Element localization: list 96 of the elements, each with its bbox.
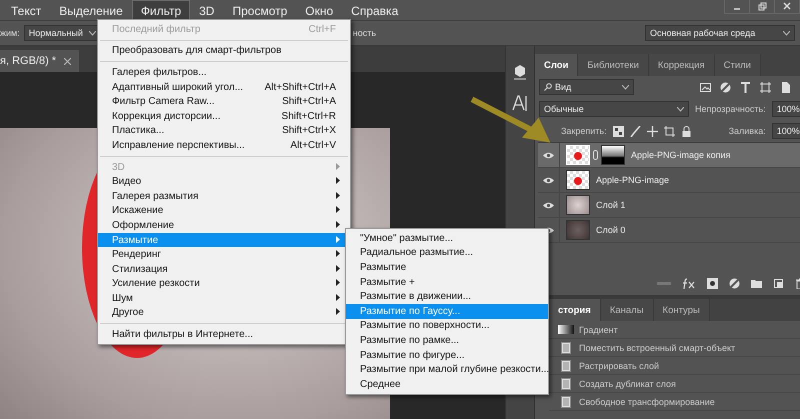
folder-icon[interactable]: [750, 278, 762, 289]
history-label: Градиент: [579, 324, 619, 334]
mode-label: жим:: [0, 28, 20, 38]
panel-tab[interactable]: Коррекция: [648, 54, 715, 76]
layer-name: Apple-PNG-image: [596, 175, 670, 185]
mask-icon[interactable]: [706, 278, 718, 289]
menu-item[interactable]: Фильтр Camera Raw... Shift+Ctrl+A: [98, 94, 350, 109]
document-icon: [561, 342, 571, 354]
document-tab[interactable]: я, RGB/8) *: [0, 50, 80, 72]
layer-name: Слой 1: [596, 200, 626, 210]
mode-dropdown[interactable]: Нормальный: [24, 25, 99, 41]
type-icon[interactable]: [740, 82, 751, 92]
menu-item[interactable]: Размытие по фигуре...: [346, 348, 548, 362]
menu-item[interactable]: Радиальное размытие...: [346, 246, 548, 260]
opacity-label: Непрозрачность:: [695, 104, 766, 114]
panel-tab[interactable]: стория: [549, 299, 601, 321]
menu-item[interactable]: Исправление перспективы... Alt+Ctrl+V: [98, 138, 350, 153]
eye-icon[interactable]: [543, 176, 554, 184]
document-icon: [561, 360, 571, 372]
menu-item[interactable]: Размытие по рамке...: [346, 333, 548, 348]
history-item[interactable]: Создать дубликат слоя: [549, 375, 800, 393]
menu-item[interactable]: Адаптивный широкий угол... Alt+Shift+Ctrl+A: [98, 80, 350, 94]
panel-tab[interactable]: Каналы: [600, 299, 654, 321]
fill-label: Заливка:: [728, 126, 766, 136]
menu-item[interactable]: Среднее: [346, 376, 548, 392]
menu-title[interactable]: Текст: [2, 0, 50, 20]
layer-row[interactable]: Apple-PNG-image копия: [538, 143, 800, 168]
chevron-icon: [783, 30, 790, 36]
effects-icon[interactable]: [682, 278, 696, 289]
document-icon: [561, 396, 571, 408]
menu-item[interactable]: Коррекция дисторсии... Shift+Ctrl+R: [98, 108, 350, 124]
panel-tab[interactable]: Библиотеки: [578, 54, 649, 76]
close-icon[interactable]: [64, 58, 72, 64]
brush-icon[interactable]: [630, 126, 641, 136]
gradient-icon: [558, 325, 574, 334]
mask-thumbnail: [601, 145, 625, 165]
history-label: Свободное трансформирование: [579, 396, 716, 406]
transform-icon[interactable]: [760, 82, 771, 92]
panel-tab[interactable]: Слои: [535, 54, 578, 76]
menu-item[interactable]: Галерея размытия: [98, 188, 350, 204]
history-item[interactable]: Растрировать слой: [549, 357, 800, 375]
layer-name: Слой 0: [596, 225, 626, 235]
menu-item[interactable]: Пластика... Shift+Ctrl+X: [98, 124, 350, 138]
menu-title[interactable]: Окно: [296, 0, 342, 20]
option-label: ность: [352, 28, 376, 38]
menu-item[interactable]: Видео: [98, 174, 350, 189]
layer-name: Apple-PNG-image копия: [631, 150, 732, 160]
half-circle-icon[interactable]: [720, 82, 731, 92]
menu-item[interactable]: Размытие в движении...: [346, 289, 548, 304]
history-label: Создать дубликат слоя: [579, 378, 677, 388]
history-item[interactable]: Свободное трансформирование: [549, 393, 800, 411]
chevron-icon: [88, 30, 96, 36]
eye-icon[interactable]: [543, 152, 554, 158]
menu-item[interactable]: Размытие: [346, 260, 548, 275]
smart-object-icon[interactable]: [780, 82, 791, 92]
image-icon[interactable]: [700, 82, 711, 92]
search-icon: [544, 83, 552, 91]
text-icon[interactable]: [512, 94, 528, 112]
cube-icon[interactable]: [512, 64, 528, 80]
menu-title[interactable]: Справка: [342, 0, 408, 20]
workspace-dropdown[interactable]: Основная рабочая среда: [645, 25, 795, 41]
adjustment-icon[interactable]: [728, 278, 740, 289]
menu-title[interactable]: Просмотр: [223, 0, 296, 20]
chevron-icon: [677, 106, 684, 112]
fill-field[interactable]: 100%: [772, 123, 800, 139]
menu-item[interactable]: Размытие +: [346, 274, 548, 290]
chevron-icon: [622, 84, 629, 90]
history-item[interactable]: Градиент: [549, 321, 800, 339]
layer-row[interactable]: Слой 1: [538, 193, 800, 218]
document-icon: [561, 378, 571, 390]
new-layer-icon[interactable]: [772, 278, 784, 289]
opacity-field[interactable]: 100%: [772, 101, 800, 117]
panel-tab[interactable]: Контуры: [654, 299, 710, 321]
lock-label: Закрепить:: [561, 126, 607, 136]
history-label: Растрировать слой: [579, 360, 660, 370]
menu-item[interactable]: Размытие при малой глубине резкости...: [346, 362, 548, 377]
menu-title[interactable]: Фильтр: [132, 0, 190, 20]
history-item[interactable]: Поместить встроенный смарт-объект: [549, 339, 800, 357]
checker-icon[interactable]: [612, 126, 624, 136]
menu-title[interactable]: Выделение: [50, 0, 132, 20]
menu-item[interactable]: Галерея фильтров...: [98, 65, 350, 80]
move-icon[interactable]: [646, 126, 658, 136]
menu-item[interactable]: Размытие по поверхности...: [346, 318, 548, 334]
eye-icon[interactable]: [543, 202, 554, 208]
crop-icon[interactable]: [664, 126, 675, 136]
menu-title[interactable]: 3D: [190, 0, 224, 20]
panel-tab[interactable]: Стили: [714, 54, 761, 76]
layer-row[interactable]: Apple-PNG-image: [538, 168, 800, 193]
blend-mode-dropdown[interactable]: Обычные: [539, 101, 689, 117]
link-icon[interactable]: [593, 150, 598, 160]
filter-dropdown[interactable]: Вид: [539, 79, 634, 95]
lock-icon[interactable]: [680, 126, 692, 136]
menu-item[interactable]: Оформление: [98, 218, 350, 233]
history-label: Поместить встроенный смарт-объект: [579, 342, 736, 352]
menu-item[interactable]: Преобразовать для смарт-фильтров: [98, 44, 350, 58]
menu-item[interactable]: Искажение: [98, 204, 350, 218]
